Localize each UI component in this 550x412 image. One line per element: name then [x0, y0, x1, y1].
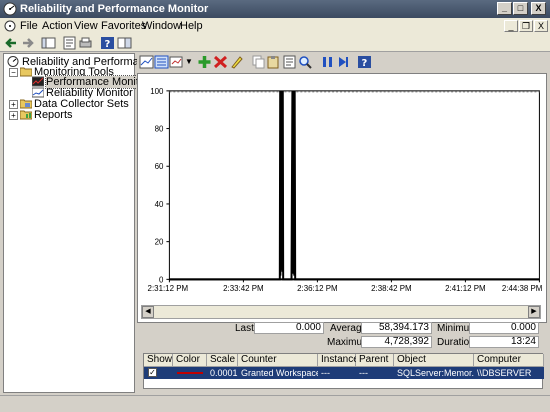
- window-title: Reliability and Performance Monitor: [20, 3, 209, 15]
- col-header-counter[interactable]: Counter: [238, 354, 318, 367]
- delete-counter-icon[interactable]: [213, 55, 228, 69]
- last-label: Last: [235, 323, 254, 334]
- y-tick-label: 20: [155, 238, 164, 247]
- perf-root-icon: [7, 56, 19, 67]
- main-toolbar: ?: [0, 35, 550, 52]
- app-menu-icon[interactable]: [4, 20, 16, 32]
- menu-help[interactable]: Help: [180, 20, 203, 32]
- row-computer[interactable]: \\DBSERVER: [474, 367, 544, 379]
- menu-view[interactable]: View: [74, 20, 98, 32]
- minimum-value: 0.000: [469, 322, 539, 334]
- col-header-object[interactable]: Object: [394, 354, 474, 367]
- y-tick-label: 60: [155, 162, 164, 171]
- show-hide-pane-icon[interactable]: [117, 36, 132, 50]
- title-bar: Reliability and Performance Monitor _ □ …: [0, 0, 550, 18]
- performance-monitor-pane: ▼ ? 100 80 60 40 20 0 2:31:12 PM 2:33:42 PM 2:36…: [137, 53, 547, 393]
- col-header-parent[interactable]: Parent: [356, 354, 394, 367]
- console-tree-icon[interactable]: [41, 36, 56, 50]
- row-show-cell[interactable]: ✓: [144, 367, 173, 379]
- tree-label-reports: Reports: [34, 109, 73, 121]
- maximize-button[interactable]: □: [513, 2, 528, 15]
- mdi-restore-button[interactable]: ❐: [519, 20, 533, 32]
- update-data-icon[interactable]: [336, 55, 351, 69]
- data-collector-icon: [20, 99, 32, 109]
- duration-value: 13:24: [469, 336, 539, 348]
- copy-properties-icon[interactable]: [251, 55, 266, 69]
- add-counter-icon[interactable]: [197, 55, 212, 69]
- print-icon[interactable]: [78, 36, 93, 50]
- statistics-bar: Last 0.000 Average 58,394.173 Minimum 0.…: [137, 321, 547, 351]
- menu-favorites[interactable]: Favorites: [101, 20, 146, 32]
- x-tick-label: 2:38:42 PM: [371, 284, 412, 293]
- y-tick-label: 0: [159, 275, 164, 284]
- close-button[interactable]: X: [531, 2, 546, 15]
- menu-window[interactable]: Window: [142, 20, 181, 32]
- col-header-computer[interactable]: Computer: [474, 354, 544, 367]
- x-tick-label: 2:33:42 PM: [223, 284, 264, 293]
- color-swatch: [177, 372, 203, 374]
- properties-icon[interactable]: [62, 36, 77, 50]
- col-header-color[interactable]: Color: [173, 354, 207, 367]
- average-value: 58,394.173: [361, 322, 432, 334]
- folder-icon: [20, 67, 32, 77]
- expand-data-collector-sets[interactable]: +: [9, 100, 18, 109]
- menu-action[interactable]: Action: [42, 20, 73, 32]
- perfmon-properties-icon[interactable]: [282, 55, 297, 69]
- maximum-value: 4,728,392: [361, 336, 432, 348]
- y-tick-label: 80: [155, 125, 164, 134]
- x-tick-label: 2:36:12 PM: [297, 284, 338, 293]
- row-counter[interactable]: Granted Workspace...: [238, 367, 318, 379]
- row-instance[interactable]: ---: [318, 367, 356, 379]
- row-color-cell[interactable]: [173, 367, 207, 379]
- col-header-instance[interactable]: Instance: [318, 354, 359, 367]
- expand-reports[interactable]: +: [9, 111, 18, 120]
- scroll-left-icon[interactable]: ◀: [142, 306, 154, 318]
- status-bar: [0, 395, 550, 412]
- menu-bar: File Action View Favorites Window Help _…: [0, 18, 550, 35]
- highlight-icon[interactable]: [229, 55, 244, 69]
- reports-icon: [20, 110, 32, 120]
- perfmon-help-icon[interactable]: ?: [357, 55, 372, 69]
- svg-text:?: ?: [362, 58, 368, 69]
- perfmon-toolbar: ▼ ?: [137, 53, 547, 71]
- view-log-data-icon[interactable]: [154, 55, 169, 69]
- row-scale[interactable]: 0.0001: [207, 367, 238, 379]
- forward-icon[interactable]: [20, 36, 35, 50]
- x-tick-label: 2:44:38 PM: [502, 284, 543, 293]
- minimize-button[interactable]: _: [497, 2, 512, 15]
- back-icon[interactable]: [4, 36, 19, 50]
- freeze-display-icon[interactable]: [320, 55, 335, 69]
- view-current-activity-icon[interactable]: [139, 55, 154, 69]
- performance-monitor-icon: [32, 76, 44, 87]
- row-parent[interactable]: ---: [356, 367, 394, 379]
- help-icon[interactable]: ?: [100, 36, 115, 50]
- col-header-show[interactable]: Show: [144, 354, 173, 367]
- row-object[interactable]: SQLServer:Memor...: [394, 367, 474, 379]
- menu-file[interactable]: File: [20, 20, 38, 32]
- scroll-right-icon[interactable]: ▶: [528, 306, 540, 318]
- reliability-monitor-icon: [32, 87, 44, 98]
- mdi-minimize-button[interactable]: _: [504, 20, 518, 32]
- last-value: 0.000: [254, 322, 324, 334]
- graph-type-dropdown-icon[interactable]: ▼: [185, 57, 193, 66]
- app-icon: [3, 2, 17, 16]
- show-checkbox-icon[interactable]: ✓: [148, 368, 157, 377]
- scrollbar-track[interactable]: [141, 305, 541, 319]
- y-tick-label: 40: [155, 200, 164, 209]
- paste-counter-list-icon[interactable]: [266, 55, 281, 69]
- console-tree: Reliability and Performance − Monitoring…: [3, 53, 157, 393]
- col-header-scale[interactable]: Scale: [207, 354, 238, 367]
- mdi-close-button[interactable]: X: [534, 20, 548, 32]
- svg-text:?: ?: [105, 39, 111, 50]
- performance-graph: 100 80 60 40 20 02:31:12 PM 2:33:42 PM 2:36:12 …: [137, 73, 547, 323]
- counter-table: Show Color Scale Counter Instance Parent…: [143, 353, 544, 389]
- plot-area: [168, 90, 540, 280]
- x-tick-label: 2:41:12 PM: [445, 284, 486, 293]
- x-tick-label: 2:31:12 PM: [148, 284, 189, 293]
- zoom-icon[interactable]: [298, 55, 313, 69]
- collapse-monitoring-tools[interactable]: −: [9, 68, 18, 77]
- change-graph-type-icon[interactable]: [169, 55, 184, 69]
- y-tick-label: 100: [150, 87, 164, 96]
- time-scrollbar[interactable]: ◀ ▶: [141, 305, 541, 319]
